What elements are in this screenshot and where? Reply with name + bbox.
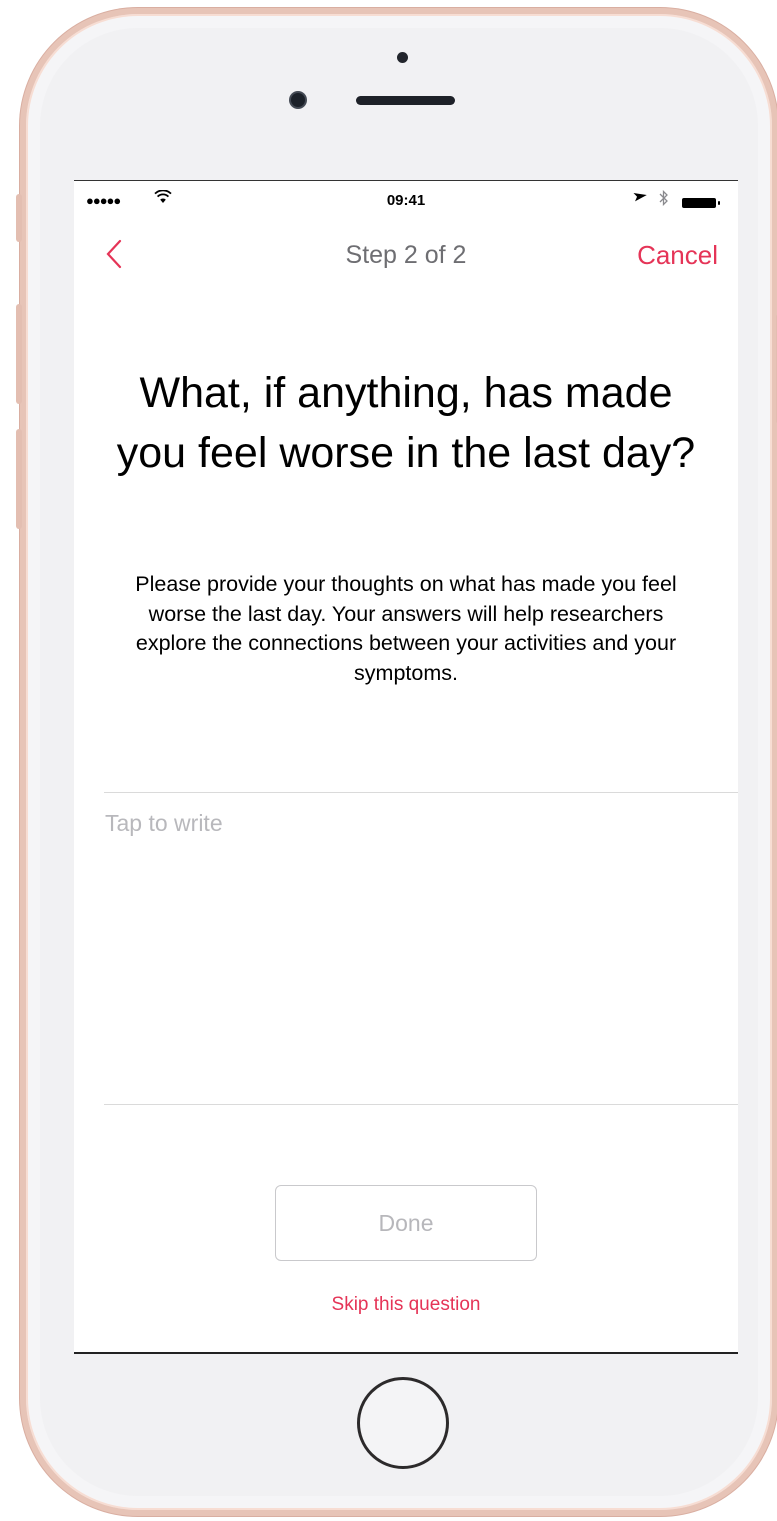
answer-input[interactable] [104,793,738,1104]
volume-up-button [16,304,22,404]
bluetooth-icon [659,189,669,210]
proximity-sensor [397,52,408,63]
navigation-bar: Step 2 of 2 Cancel [74,233,738,277]
front-camera-icon [291,93,305,107]
home-button[interactable] [357,1377,449,1469]
battery-icon [682,198,720,208]
earpiece-speaker [356,96,455,105]
mute-switch [16,194,22,242]
status-bar: ●●●●● 09:41 [74,181,738,221]
skip-question-link[interactable]: Skip this question [74,1294,738,1316]
done-button[interactable]: Done [275,1185,537,1261]
volume-down-button [16,429,22,529]
screen: ●●●●● 09:41 Step 2 of 2 Cancel What, if … [74,180,738,1354]
question-title: What, if anything, has made you feel wor… [116,369,696,477]
question-description: Please provide your thoughts on what has… [135,572,677,685]
answer-text-area [104,792,738,1105]
cancel-button[interactable]: Cancel [637,240,718,271]
